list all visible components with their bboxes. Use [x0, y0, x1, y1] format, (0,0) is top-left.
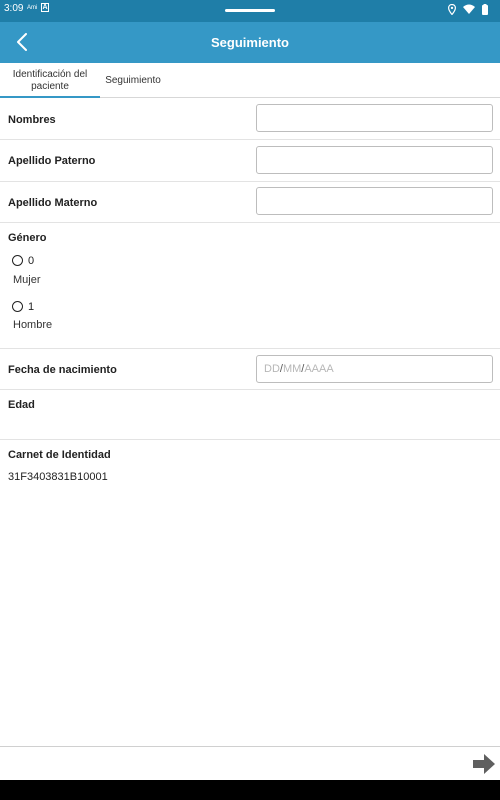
status-network-label: Ami: [27, 5, 38, 11]
tab-seguimiento[interactable]: Seguimiento: [100, 63, 166, 98]
status-icons: [448, 2, 488, 16]
status-a-badge: A: [41, 3, 49, 12]
apellido-paterno-input[interactable]: [256, 146, 493, 174]
field-row-edad: Edad: [0, 390, 500, 440]
field-row-genero: Género 0 Mujer 1 Hombre: [0, 223, 500, 349]
radio-hombre-value: 1: [28, 301, 35, 313]
field-row-apellido-materno: Apellido Materno: [0, 182, 500, 223]
radio-hombre[interactable]: [12, 301, 23, 312]
date-year-placeholder[interactable]: AAAA: [304, 363, 333, 375]
apellido-materno-input[interactable]: [256, 187, 493, 215]
date-input[interactable]: DD / MM / AAAA: [256, 355, 493, 383]
carnet-label: Carnet de Identidad: [8, 449, 111, 461]
next-button[interactable]: [472, 753, 496, 775]
apellido-materno-label: Apellido Materno: [8, 197, 98, 209]
arrow-right-icon: [473, 754, 495, 774]
battery-icon: [482, 3, 488, 15]
system-nav-bar: [0, 780, 500, 800]
carnet-value: 31F3403831B10001: [8, 471, 108, 483]
edad-label: Edad: [8, 399, 35, 411]
bottom-bar: [0, 746, 500, 780]
radio-mujer-value: 0: [28, 255, 35, 267]
field-row-carnet: Carnet de Identidad 31F3403831B10001: [0, 440, 500, 500]
apellido-paterno-label: Apellido Paterno: [8, 155, 96, 167]
status-handle: [225, 9, 275, 12]
fecha-nacimiento-label: Fecha de nacimiento: [8, 364, 117, 376]
radio-mujer[interactable]: [12, 255, 23, 266]
nombres-label: Nombres: [8, 114, 56, 126]
date-day-placeholder[interactable]: DD: [264, 363, 280, 375]
wifi-icon: [463, 4, 475, 14]
tab-identificacion[interactable]: Identificación del paciente: [0, 63, 100, 98]
date-month-placeholder[interactable]: MM: [283, 363, 301, 375]
tab-bar: Identificación del paciente Seguimiento: [0, 63, 500, 98]
field-row-fecha-nacimiento: Fecha de nacimiento DD / MM / AAAA: [0, 349, 500, 390]
radio-mujer-label[interactable]: Mujer: [13, 274, 41, 286]
status-time: 3:09: [4, 3, 24, 14]
field-row-nombres: Nombres: [0, 98, 500, 140]
status-bar: 3:09 Ami A: [0, 0, 500, 22]
genero-label: Género: [8, 232, 47, 244]
location-icon: [448, 3, 456, 15]
app-bar: Seguimiento: [0, 22, 500, 63]
field-row-apellido-paterno: Apellido Paterno: [0, 140, 500, 182]
nombres-input[interactable]: [256, 104, 493, 132]
page-title: Seguimiento: [210, 35, 289, 50]
radio-hombre-label[interactable]: Hombre: [13, 319, 52, 331]
